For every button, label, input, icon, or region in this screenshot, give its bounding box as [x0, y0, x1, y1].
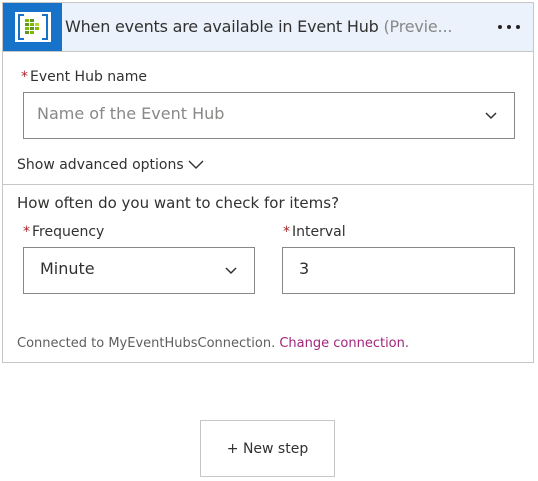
show-advanced-options[interactable]: Show advanced options	[17, 157, 204, 173]
trigger-title: When events are available in Event Hub (…	[65, 17, 452, 36]
frequency-label-text: Frequency	[32, 224, 105, 240]
required-marker: *	[23, 224, 30, 240]
interval-value: 3	[299, 259, 310, 278]
section-divider	[3, 184, 533, 185]
event-hub-name-label: * Event Hub name	[21, 69, 147, 85]
change-connection-link[interactable]: Change connection.	[279, 336, 409, 351]
connection-text: Connected to MyEventHubsConnection.	[17, 336, 276, 351]
required-marker: *	[283, 224, 290, 240]
interval-input[interactable]: 3	[282, 247, 515, 294]
preview-tag: (Previe...	[383, 17, 453, 36]
schedule-question: How often do you want to check for items…	[17, 194, 340, 212]
show-advanced-options-label: Show advanced options	[17, 157, 184, 173]
trigger-header[interactable]: When events are available in Event Hub (…	[3, 3, 533, 52]
frequency-value: Minute	[40, 259, 95, 278]
chevron-down-icon	[485, 112, 497, 120]
frequency-dropdown[interactable]: Minute	[23, 247, 255, 294]
frequency-label: * Frequency	[23, 224, 104, 240]
event-hub-name-dropdown[interactable]: Name of the Event Hub	[23, 92, 515, 139]
connection-info: Connected to MyEventHubsConnection. Chan…	[17, 336, 409, 351]
interval-label: * Interval	[283, 224, 346, 240]
chevron-down-icon	[188, 160, 204, 169]
event-hub-icon	[3, 3, 62, 51]
new-step-button[interactable]: + New step	[200, 420, 335, 477]
ellipsis-icon[interactable]	[495, 16, 523, 38]
event-hub-name-label-text: Event Hub name	[30, 69, 147, 85]
trigger-title-text: When events are available in Event Hub	[65, 17, 379, 36]
required-marker: *	[21, 69, 28, 85]
trigger-card: When events are available in Event Hub (…	[2, 2, 534, 363]
chevron-down-icon	[225, 267, 237, 275]
event-hub-name-placeholder: Name of the Event Hub	[37, 104, 225, 123]
interval-label-text: Interval	[292, 224, 346, 240]
